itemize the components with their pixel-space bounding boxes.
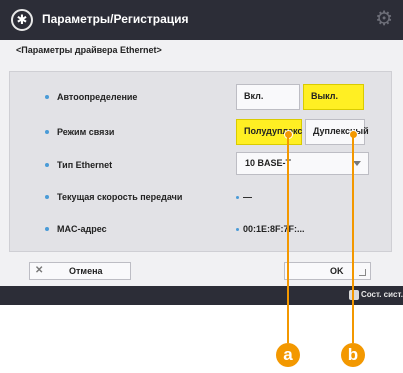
row-ethernet-type: Тип Ethernet 10 BASE-T (10, 152, 391, 180)
bullet-icon (236, 196, 239, 200)
settings-panel: Автоопределение Вкл. Выкл. Режим связи П… (9, 71, 392, 252)
callout-a-badge: a (276, 343, 300, 367)
row-label: Тип Ethernet (57, 160, 113, 170)
callout-b-line (352, 136, 354, 343)
auto-detect-on-button[interactable]: Вкл. (236, 84, 300, 110)
row-current-speed: Текущая скорость передачи — (10, 184, 391, 212)
row-comm-mode: Режим связи Полудуплекс Дуплексный (10, 119, 391, 147)
row-mac-address: MAC-адрес 00:1E:8F:7F:... (10, 216, 391, 244)
row-label: Автоопределение (57, 92, 138, 102)
row-label: Режим связи (57, 127, 115, 137)
row-auto-detect: Автоопределение Вкл. Выкл. (10, 84, 391, 112)
corner-mark-icon (359, 269, 366, 276)
page-subtitle: <Параметры драйвера Ethernet> (16, 45, 162, 55)
row-label: MAC-адрес (57, 224, 107, 234)
gear-icon[interactable]: ⚙ (375, 9, 393, 29)
bullet-icon (45, 227, 49, 231)
page-title: Параметры/Регистрация (42, 12, 189, 26)
bullet-icon (236, 228, 239, 232)
cancel-label: Отмена (69, 266, 103, 276)
title-bar: ✱ Параметры/Регистрация ⚙ (0, 0, 403, 40)
mac-address-value: 00:1E:8F:7F:... (236, 224, 305, 234)
callout-a-line (287, 136, 289, 343)
close-icon: ✕ (35, 265, 44, 276)
bullet-icon (45, 163, 49, 167)
bullet-icon (45, 95, 49, 99)
bullet-icon (45, 195, 49, 199)
status-bar: Сост. сист. (0, 286, 403, 305)
row-label: Текущая скорость передачи (57, 192, 183, 202)
select-value: 10 BASE-T (245, 158, 292, 168)
bullet-icon (45, 130, 49, 134)
cancel-button[interactable]: ✕ Отмена (29, 262, 131, 280)
settings-register-icon: ✱ (11, 9, 33, 31)
auto-detect-off-button[interactable]: Выкл. (303, 84, 364, 110)
chevron-down-icon (353, 161, 361, 166)
ok-button[interactable]: OK (284, 262, 371, 280)
ok-label: OK (330, 266, 344, 276)
screen: ✱ Параметры/Регистрация ⚙ <Параметры дра… (0, 0, 403, 305)
current-speed-value: — (236, 192, 252, 202)
system-status-icon[interactable] (349, 290, 359, 300)
ethernet-type-select[interactable]: 10 BASE-T (236, 152, 369, 175)
callout-b-badge: b (341, 343, 365, 367)
system-status-label[interactable]: Сост. сист. (361, 290, 403, 299)
